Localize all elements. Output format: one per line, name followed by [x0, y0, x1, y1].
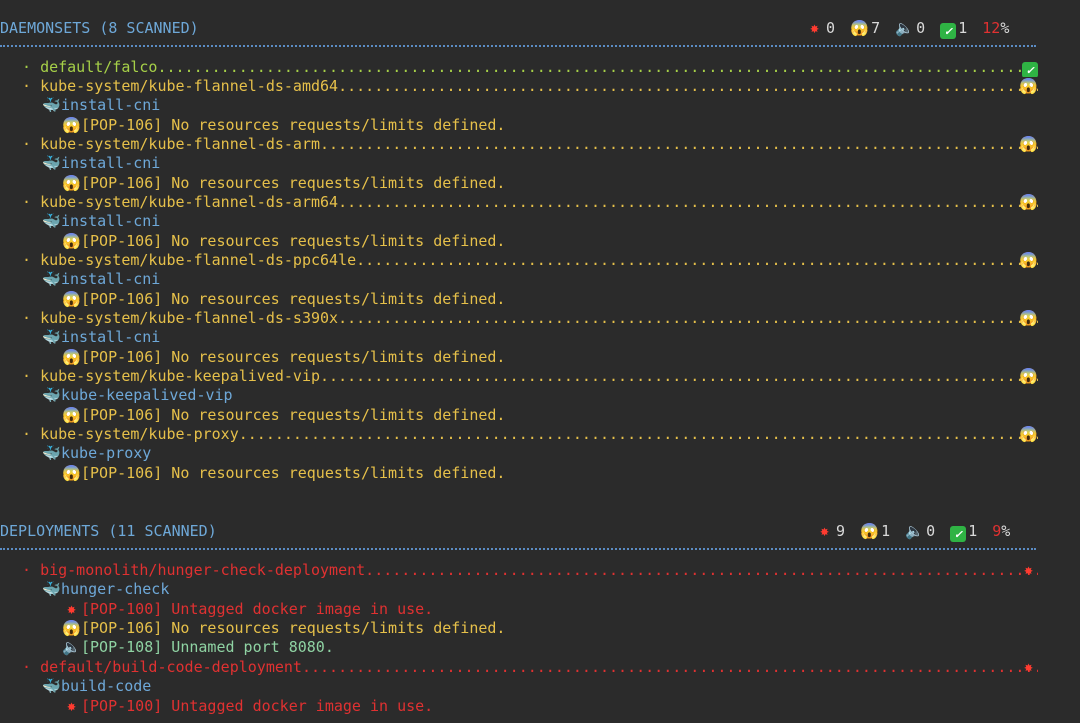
resource-row[interactable]: · kube-system/kube-flannel-ds-ppc64le...…: [22, 251, 1038, 270]
speaker-icon: 🔈: [895, 19, 914, 37]
warning-icon: 😱: [1019, 77, 1038, 95]
warning-icon: 😱: [62, 290, 81, 308]
resource-row[interactable]: · kube-system/kube-keepalived-vip.......…: [22, 367, 1038, 386]
resource-row[interactable]: · kube-system/kube-proxy................…: [22, 425, 1038, 444]
whale-icon: 🐳: [42, 328, 61, 346]
deployments-header: DEPLOYMENTS (11 SCANNED) ✸ 9 😱 1 🔈 0 ✓ 1 9%: [0, 522, 1080, 542]
issue-row: 😱[POP-106] No resources requests/limits …: [62, 464, 506, 482]
issue-row: 😱[POP-106] No resources requests/limits …: [62, 174, 506, 192]
score: 9%: [992, 522, 1011, 540]
container-row[interactable]: 🐳build-code: [42, 677, 151, 696]
info-count: 🔈 0: [895, 19, 926, 37]
error-icon: ✸: [809, 19, 820, 37]
speaker-icon: 🔈: [62, 638, 81, 656]
warning-icon: 😱: [1019, 193, 1038, 211]
warning-icon: 😱: [1019, 425, 1038, 443]
whale-icon: 🐳: [42, 580, 61, 598]
warning-icon: 😱: [62, 348, 81, 366]
warning-icon: 😱: [1019, 309, 1038, 327]
container-row[interactable]: 🐳install-cni: [42, 328, 160, 347]
whale-icon: 🐳: [42, 96, 61, 114]
container-row[interactable]: 🐳install-cni: [42, 96, 160, 115]
container-row[interactable]: 🐳install-cni: [42, 154, 160, 173]
whale-icon: 🐳: [42, 386, 61, 404]
error-count: ✸ 9: [815, 522, 845, 541]
whale-icon: 🐳: [42, 677, 61, 695]
container-row[interactable]: 🐳install-cni: [42, 270, 160, 289]
issue-row: 😱[POP-106] No resources requests/limits …: [62, 619, 506, 637]
section-stats: ✸ 0 😱 7 🔈 0 ✓ 1 12%: [805, 19, 1015, 39]
whale-icon: 🐳: [42, 212, 61, 230]
whale-icon: 🐳: [42, 444, 61, 462]
section-divider: [0, 548, 1036, 550]
terminal-screen: DAEMONSETS (8 SCANNED) ✸ 0 😱 7 🔈 0 ✓ 1 12% ·…: [0, 0, 1080, 723]
speaker-icon: 🔈: [905, 522, 924, 540]
warning-count: 😱 1: [860, 522, 891, 540]
container-row[interactable]: 🐳install-cni: [42, 212, 160, 231]
error-count: ✸ 0: [805, 19, 835, 38]
error-icon: ✸: [1023, 658, 1034, 676]
warning-icon: 😱: [1019, 251, 1038, 269]
warning-icon: 😱: [62, 116, 81, 134]
whale-icon: 🐳: [42, 154, 61, 172]
warning-count: 😱 7: [850, 19, 881, 37]
daemonsets-header: DAEMONSETS (8 SCANNED) ✸ 0 😱 7 🔈 0 ✓ 1 12%: [0, 19, 1080, 39]
daemonsets-section: DAEMONSETS (8 SCANNED) ✸ 0 😱 7 🔈 0 ✓ 1 12%: [0, 19, 1080, 39]
container-row[interactable]: 🐳hunger-check: [42, 580, 169, 599]
deployments-section: DEPLOYMENTS (11 SCANNED) ✸ 9 😱 1 🔈 0 ✓ 1 9%: [0, 522, 1080, 542]
warning-icon: 😱: [62, 232, 81, 250]
warning-icon: 😱: [62, 174, 81, 192]
error-icon: ✸: [66, 697, 77, 715]
warning-icon: 😱: [860, 522, 879, 540]
issue-row: 😱[POP-106] No resources requests/limits …: [62, 406, 506, 424]
error-icon: ✸: [66, 600, 77, 618]
resource-row[interactable]: · big-monolith/hunger-check-deployment..…: [22, 561, 1038, 580]
resource-row[interactable]: · kube-system/kube-flannel-ds-amd64.....…: [22, 77, 1038, 96]
warning-icon: 😱: [1019, 367, 1038, 385]
check-icon: ✓: [1022, 62, 1038, 77]
error-icon: ✸: [819, 522, 830, 540]
warning-icon: 😱: [1019, 135, 1038, 153]
section-stats: ✸ 9 😱 1 🔈 0 ✓ 1 9%: [815, 522, 1016, 542]
check-icon: ✓: [940, 23, 957, 39]
section-divider: [0, 45, 1036, 47]
issue-row: 😱[POP-106] No resources requests/limits …: [62, 116, 506, 134]
section-title: DAEMONSETS (8 SCANNED): [0, 19, 199, 37]
issue-row: 😱[POP-106] No resources requests/limits …: [62, 348, 506, 366]
ok-count: ✓ 1: [950, 522, 977, 542]
check-icon: ✓: [950, 526, 967, 542]
whale-icon: 🐳: [42, 270, 61, 288]
warning-icon: 😱: [850, 19, 869, 37]
issue-row: ✸ [POP-100] Untagged docker image in use.: [62, 697, 433, 716]
warning-icon: 😱: [62, 464, 81, 482]
resource-row[interactable]: · default/falco.........................…: [22, 58, 1038, 77]
resource-row[interactable]: · kube-system/kube-flannel-ds-arm64.....…: [22, 193, 1038, 212]
warning-icon: 😱: [62, 406, 81, 424]
resource-row[interactable]: · default/build-code-deployment.........…: [22, 658, 1038, 677]
warning-icon: 😱: [62, 619, 81, 637]
info-count: 🔈 0: [905, 522, 936, 540]
container-row[interactable]: 🐳kube-proxy: [42, 444, 151, 463]
container-row[interactable]: 🐳kube-keepalived-vip: [42, 386, 232, 405]
section-title: DEPLOYMENTS (11 SCANNED): [0, 522, 217, 540]
resource-row[interactable]: · kube-system/kube-flannel-ds-s390x.....…: [22, 309, 1038, 328]
issue-row: 😱[POP-106] No resources requests/limits …: [62, 232, 506, 250]
resource-row[interactable]: · kube-system/kube-flannel-ds-arm.......…: [22, 135, 1038, 154]
issue-row: 😱[POP-106] No resources requests/limits …: [62, 290, 506, 308]
issue-row: 🔈[POP-108] Unnamed port 8080.: [62, 638, 334, 656]
score: 12%: [982, 19, 1010, 37]
issue-row: ✸ [POP-100] Untagged docker image in use.: [62, 600, 433, 619]
error-icon: ✸: [1023, 561, 1034, 579]
ok-count: ✓ 1: [940, 19, 967, 39]
